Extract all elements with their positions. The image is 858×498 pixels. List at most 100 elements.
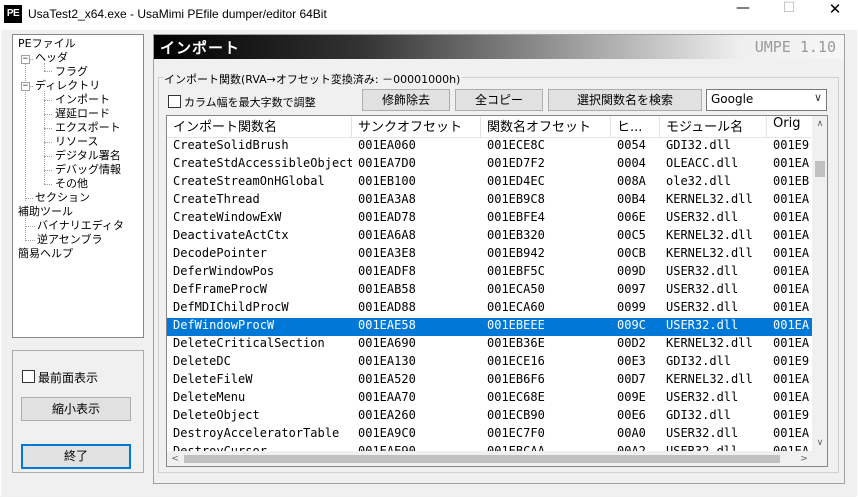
cell-module: KERNEL32.dll: [666, 336, 753, 350]
collapse-icon[interactable]: −: [21, 55, 30, 64]
cell-hint: 009C: [617, 318, 646, 332]
table-row[interactable]: DefWindowProcW 001EAE58 001EBEEE 009C USER32…: [167, 318, 812, 336]
table-row[interactable]: CreateWindowExW 001EAD78 001EBFE4 006E USER3…: [167, 210, 812, 228]
collapse-icon[interactable]: −: [21, 82, 30, 91]
cell-orig: 001E9: [773, 408, 810, 422]
cell-function-name: DefWindowProcW: [173, 318, 275, 332]
table-row[interactable]: DeleteMenu 001EAA70 001EC68E 009E USER32.dll…: [167, 390, 812, 408]
scroll-left-icon[interactable]: <: [167, 451, 183, 466]
tree-item-disassembler[interactable]: 逆アセンブラ: [37, 233, 102, 247]
table-row[interactable]: DeactivateActCtx 001EA6A8 001EB320 00C5 KERN…: [167, 228, 812, 246]
cell-name-offset: 001EB942: [487, 246, 545, 260]
column-header-function[interactable]: インポート関数名: [167, 116, 352, 138]
cell-module: KERNEL32.dll: [666, 228, 753, 242]
tree-line: [44, 170, 52, 171]
tree-item-header[interactable]: ヘッダ: [35, 51, 68, 65]
cell-orig: 001EA: [773, 228, 810, 242]
exit-button[interactable]: 終了: [21, 444, 131, 469]
minimize-button[interactable]: —: [720, 0, 766, 30]
table-row[interactable]: DeleteCriticalSection 001EA690 001EB36E 00D…: [167, 336, 812, 354]
cell-function-name: DestroyAcceleratorTable: [173, 426, 340, 440]
remove-decoration-button[interactable]: 修飾除去: [362, 89, 450, 111]
maxwidth-checkbox[interactable]: [168, 95, 181, 108]
column-header-thunk-offset[interactable]: サンクオフセット: [352, 116, 481, 138]
tree-item-tools[interactable]: 補助ツール: [18, 205, 73, 219]
tree-item-pe-file[interactable]: PEファイル: [18, 37, 76, 51]
client-area: − − PEファイル ヘッダ フラグ ディレクトリ インポート 遅延ロード エク…: [1, 30, 857, 497]
maxwidth-label: カラム幅を最大字数で調整: [184, 96, 316, 109]
cell-orig: 001EA: [773, 372, 810, 386]
tree-item-section[interactable]: セクション: [35, 191, 90, 205]
search-function-button[interactable]: 選択関数名を検索: [548, 89, 702, 111]
scroll-down-icon[interactable]: ∨: [812, 435, 827, 451]
tree-item-binary-editor[interactable]: バイナリエディタ: [37, 219, 124, 233]
horizontal-scrollbar[interactable]: < >: [167, 451, 812, 466]
cell-function-name: CreateSolidBrush: [173, 138, 289, 152]
cell-function-name: DeleteCriticalSection: [173, 336, 325, 350]
cell-hint: 006E: [617, 210, 646, 224]
cell-function-name: DeferWindowPos: [173, 264, 275, 278]
table-row[interactable]: DecodePointer 001EA3E8 001EB942 00CB KERNEL3…: [167, 246, 812, 264]
column-header-name-offset[interactable]: 関数名オフセット: [481, 116, 611, 138]
tree-item-import[interactable]: インポート: [55, 93, 110, 107]
cell-module: GDI32.dll: [666, 354, 732, 368]
column-header-module[interactable]: モジュール名: [660, 116, 767, 138]
page-title: インポート: [160, 39, 241, 57]
shrink-button[interactable]: 縮小表示: [21, 397, 131, 421]
cell-name-offset: 001ED4EC: [487, 174, 545, 188]
cell-hint: 008A: [617, 174, 646, 188]
cell-thunk-offset: 001EAA70: [358, 390, 416, 404]
table-row[interactable]: DefMDIChildProcW 001EAD88 001ECA60 0099 USER…: [167, 300, 812, 318]
search-engine-value: Google: [711, 92, 754, 106]
vertical-scroll-thumb[interactable]: [815, 161, 825, 177]
table-row[interactable]: DefFrameProcW 001EAB58 001ECA50 0097 USER32.…: [167, 282, 812, 300]
cell-module: USER32.dll: [666, 390, 739, 404]
table-row[interactable]: CreateStdAccessibleObject 001EA7D0 001ED7F…: [167, 156, 812, 174]
tree-item-directory[interactable]: ディレクトリ: [35, 79, 100, 93]
table-row[interactable]: CreateThread 001EA3A8 001EB9C8 00B4 KERNEL32…: [167, 192, 812, 210]
tree-item-flags[interactable]: フラグ: [55, 65, 88, 79]
table-row[interactable]: DeferWindowPos 001EADF8 001EBF5C 009D USER32…: [167, 264, 812, 282]
tree-item-digital-signature[interactable]: デジタル署名: [55, 149, 121, 163]
cell-module: KERNEL32.dll: [666, 372, 753, 386]
cell-name-offset: 001EBF5C: [487, 264, 545, 278]
table-row[interactable]: DeleteDC 001EA130 001ECE16 00E3 GDI32.dll 001…: [167, 354, 812, 372]
cell-hint: 00B4: [617, 192, 646, 206]
navigation-tree[interactable]: − − PEファイル ヘッダ フラグ ディレクトリ インポート 遅延ロード エク…: [12, 34, 144, 338]
cell-thunk-offset: 001EA3A8: [358, 192, 416, 206]
cell-function-name: CreateStreamOnHGlobal: [173, 174, 325, 188]
scroll-up-icon[interactable]: ∧: [812, 116, 827, 132]
cell-function-name: DefMDIChildProcW: [173, 300, 289, 314]
tree-item-help[interactable]: 簡易ヘルプ: [18, 247, 73, 261]
table-row[interactable]: DeleteFileW 001EA520 001EB6F6 00D7 KERNEL32.…: [167, 372, 812, 390]
scroll-right-icon[interactable]: >: [796, 451, 812, 466]
import-table[interactable]: インポート関数名 サンクオフセット 関数名オフセット ヒ... モジュール名 O…: [166, 115, 828, 467]
table-row[interactable]: CreateStreamOnHGlobal 001EB100 001ED4EC 008…: [167, 174, 812, 192]
cell-orig: 001E9: [773, 354, 810, 368]
vertical-scrollbar[interactable]: ∧ ∨: [812, 116, 827, 451]
cell-function-name: DeleteDC: [173, 354, 231, 368]
maximize-button[interactable]: ☐: [766, 0, 812, 30]
tree-item-export[interactable]: エクスポート: [55, 121, 121, 135]
cell-thunk-offset: 001EA060: [358, 138, 416, 152]
table-row[interactable]: DestroyAcceleratorTable 001EA9C0 001EC7F0 0…: [167, 426, 812, 444]
cell-module: OLEACC.dll: [666, 156, 739, 170]
column-header-hint[interactable]: ヒ...: [611, 116, 660, 138]
import-panel: インポート UMPE 1.10 インポート関数(RVA→オフセット変換済み: －…: [153, 34, 845, 484]
tree-item-resource[interactable]: リソース: [55, 135, 98, 149]
cell-module: KERNEL32.dll: [666, 192, 753, 206]
tree-item-debug-info[interactable]: デバッグ情報: [55, 163, 121, 177]
table-row[interactable]: CreateSolidBrush 001EA060 001ECE8C 0054 GDI3…: [167, 138, 812, 156]
tree-item-other[interactable]: その他: [55, 177, 88, 191]
cell-orig: 001EA: [773, 426, 810, 440]
cell-name-offset: 001EC7F0: [487, 426, 545, 440]
tree-item-delay-load[interactable]: 遅延ロード: [55, 107, 110, 121]
table-row[interactable]: DeleteObject 001EA260 001ECB90 00E6 GDI32.dl…: [167, 408, 812, 426]
cell-name-offset: 001EB9C8: [487, 192, 545, 206]
close-button[interactable]: ✕: [812, 0, 858, 30]
cell-function-name: DeleteFileW: [173, 372, 253, 386]
copy-all-button[interactable]: 全コピー: [455, 89, 543, 111]
search-engine-select[interactable]: Google ∨: [706, 89, 827, 111]
horizontal-scroll-thumb[interactable]: [184, 455, 780, 463]
topmost-checkbox[interactable]: [22, 370, 35, 383]
